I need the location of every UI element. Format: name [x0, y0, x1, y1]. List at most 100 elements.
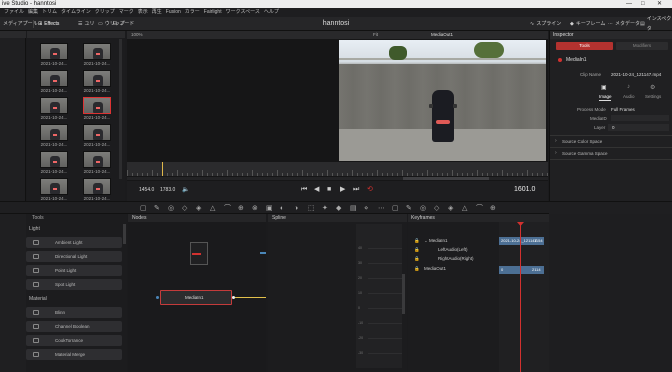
- fusion-tool-icon[interactable]: ⌒: [476, 204, 483, 213]
- fusion-tool-icon[interactable]: ▣: [266, 204, 273, 213]
- tab-image-label[interactable]: Image: [599, 94, 612, 99]
- node-mediain1[interactable]: MediaIn1: [160, 290, 232, 305]
- fusion-tool-icon[interactable]: ⬚: [308, 204, 315, 213]
- media-thumbnail[interactable]: [40, 151, 68, 168]
- source-color-space[interactable]: Source Color Space: [562, 139, 602, 144]
- tab-image[interactable]: ▣: [598, 84, 611, 94]
- lock-icon[interactable]: 🔒: [414, 266, 420, 272]
- fusion-tool-icon[interactable]: ◆: [336, 204, 341, 213]
- menu-item[interactable]: 再生: [152, 8, 162, 17]
- media-thumbnail[interactable]: [40, 70, 68, 87]
- spline-scrollbar[interactable]: [402, 274, 405, 314]
- fusion-tool-icon[interactable]: ⊕: [490, 204, 496, 213]
- fusion-tool-icon[interactable]: ◇: [182, 204, 187, 213]
- lock-icon[interactable]: 🔒: [414, 247, 420, 253]
- go-to-end-button[interactable]: ⏭: [353, 185, 359, 195]
- fusion-tool-icon[interactable]: ◈: [448, 204, 453, 213]
- clip-name-value[interactable]: 2021-10-24_121147.mp4: [611, 72, 661, 77]
- media-id-field[interactable]: [611, 115, 669, 121]
- ruler-playhead[interactable]: [162, 162, 163, 176]
- play-button[interactable]: ▶: [340, 185, 345, 195]
- menu-item[interactable]: 表示: [138, 8, 148, 17]
- start-frame[interactable]: 1454.0: [139, 187, 154, 193]
- tab-audio-label[interactable]: Audio: [623, 94, 635, 99]
- fusion-tool-icon[interactable]: ▢: [392, 204, 399, 213]
- keyframe-row[interactable]: 🔒 MediaOut1: [414, 266, 446, 271]
- fusion-tool-icon[interactable]: ◑: [294, 204, 298, 213]
- fusion-tool-icon[interactable]: ◈: [196, 204, 201, 213]
- media-thumbnail[interactable]: [40, 97, 68, 114]
- media-thumbnail[interactable]: [83, 151, 111, 168]
- stop-button[interactable]: ■: [327, 185, 331, 195]
- media-thumbnail[interactable]: [83, 124, 111, 141]
- keyframe-row[interactable]: 🔒 LeftAudio(Left): [414, 247, 468, 252]
- media-thumbnail[interactable]: [83, 43, 111, 60]
- menu-item[interactable]: ファイル: [4, 8, 24, 17]
- fusion-tool-icon[interactable]: ◇: [434, 204, 439, 213]
- lock-icon[interactable]: 🔒: [414, 238, 420, 244]
- process-mode-select[interactable]: Full Frames: [611, 107, 635, 112]
- media-thumbnail[interactable]: [83, 97, 111, 114]
- fusion-tool-icon[interactable]: ⋯: [378, 204, 385, 213]
- fusion-tool-icon[interactable]: △: [210, 204, 215, 213]
- tab-tools[interactable]: Tools: [556, 42, 613, 50]
- minimize-button[interactable]: —: [626, 0, 632, 8]
- go-to-start-button[interactable]: ⏮: [301, 185, 307, 195]
- keyframe-timeline[interactable]: 2021-10-24_121147 1154 0 2114: [499, 222, 549, 372]
- viewer-time-ruler[interactable]: [127, 162, 548, 176]
- fusion-tool-icon[interactable]: ✎: [154, 204, 160, 213]
- effects-section-label[interactable]: Material: [29, 296, 47, 302]
- spline-graph[interactable]: 40 30 20 10 0 -10 -20 -30: [356, 224, 402, 368]
- menu-item[interactable]: クリップ: [95, 8, 115, 17]
- menu-item[interactable]: タイムライン: [61, 8, 91, 17]
- fusion-tool-icon[interactable]: ⋄: [364, 204, 368, 213]
- metadata-button[interactable]: ⋯ メタデータ: [608, 19, 640, 29]
- menu-item[interactable]: 編集: [28, 8, 38, 17]
- fusion-tool-icon[interactable]: ◎: [168, 204, 174, 213]
- effects-item[interactable]: Spot Light: [26, 279, 122, 290]
- menu-item[interactable]: Fairlight: [204, 8, 222, 17]
- menu-item[interactable]: トリム: [42, 8, 57, 17]
- maximize-button[interactable]: □: [641, 0, 645, 8]
- menu-item[interactable]: ワークスペース: [226, 8, 260, 17]
- loop-icon[interactable]: ⟲: [367, 185, 373, 195]
- tab-modifiers[interactable]: Modifiers: [616, 42, 668, 50]
- menu-item[interactable]: ヘルプ: [264, 8, 279, 17]
- tab-settings-label[interactable]: Settings: [645, 94, 661, 99]
- menu-item[interactable]: カラー: [185, 8, 200, 17]
- fusion-tool-icon[interactable]: ◎: [420, 204, 426, 213]
- effects-item[interactable]: Ambient Light: [26, 237, 122, 248]
- layer-field[interactable]: 0: [608, 124, 669, 131]
- menu-item[interactable]: Fusion: [166, 8, 181, 17]
- media-thumbnail[interactable]: [83, 178, 111, 195]
- fusion-tool-icon[interactable]: ⌒: [224, 204, 231, 213]
- fusion-tool-icon[interactable]: ⊕: [238, 204, 244, 213]
- fusion-tool-icon[interactable]: ✦: [322, 204, 328, 213]
- media-thumbnail[interactable]: [40, 43, 68, 60]
- keyframes-button[interactable]: ◆ キーフレーム: [570, 19, 605, 29]
- close-button[interactable]: ✕: [657, 0, 662, 8]
- clip-bar[interactable]: 2021-10-24_121147 1154: [499, 237, 544, 245]
- effects-item[interactable]: Material Merge: [26, 349, 122, 360]
- menu-item[interactable]: マーク: [119, 8, 134, 17]
- lock-icon[interactable]: 🔒: [414, 256, 420, 262]
- effects-item[interactable]: Channel Boolean: [26, 321, 122, 332]
- effects-scrollbar[interactable]: [123, 224, 126, 244]
- inspector-button[interactable]: ▤ インスペクタ: [640, 16, 672, 32]
- effects-item[interactable]: CookTorrance: [26, 335, 122, 346]
- spline-button[interactable]: ∿ スプライン: [530, 19, 561, 29]
- playhead[interactable]: [520, 222, 521, 372]
- keyframe-row[interactable]: 🔒 ⌄ MediaIn1: [414, 238, 448, 244]
- end-frame[interactable]: 1783.0: [160, 187, 175, 193]
- effects-item[interactable]: Point Light: [26, 265, 122, 276]
- media-thumbnail[interactable]: [83, 70, 111, 87]
- effects-item[interactable]: Blinn: [26, 307, 122, 318]
- fusion-tool-icon[interactable]: ◐: [280, 204, 284, 213]
- fusion-tool-icon[interactable]: ⊗: [252, 204, 258, 213]
- effects-item[interactable]: Directional Light: [26, 251, 122, 262]
- media-thumbnail[interactable]: [40, 124, 68, 141]
- media-pool-scrollbar[interactable]: [119, 39, 122, 179]
- audio-icon[interactable]: 🔈: [182, 185, 189, 195]
- fusion-tool-icon[interactable]: ▤: [350, 204, 357, 213]
- out-bar[interactable]: 0 2114: [499, 266, 544, 274]
